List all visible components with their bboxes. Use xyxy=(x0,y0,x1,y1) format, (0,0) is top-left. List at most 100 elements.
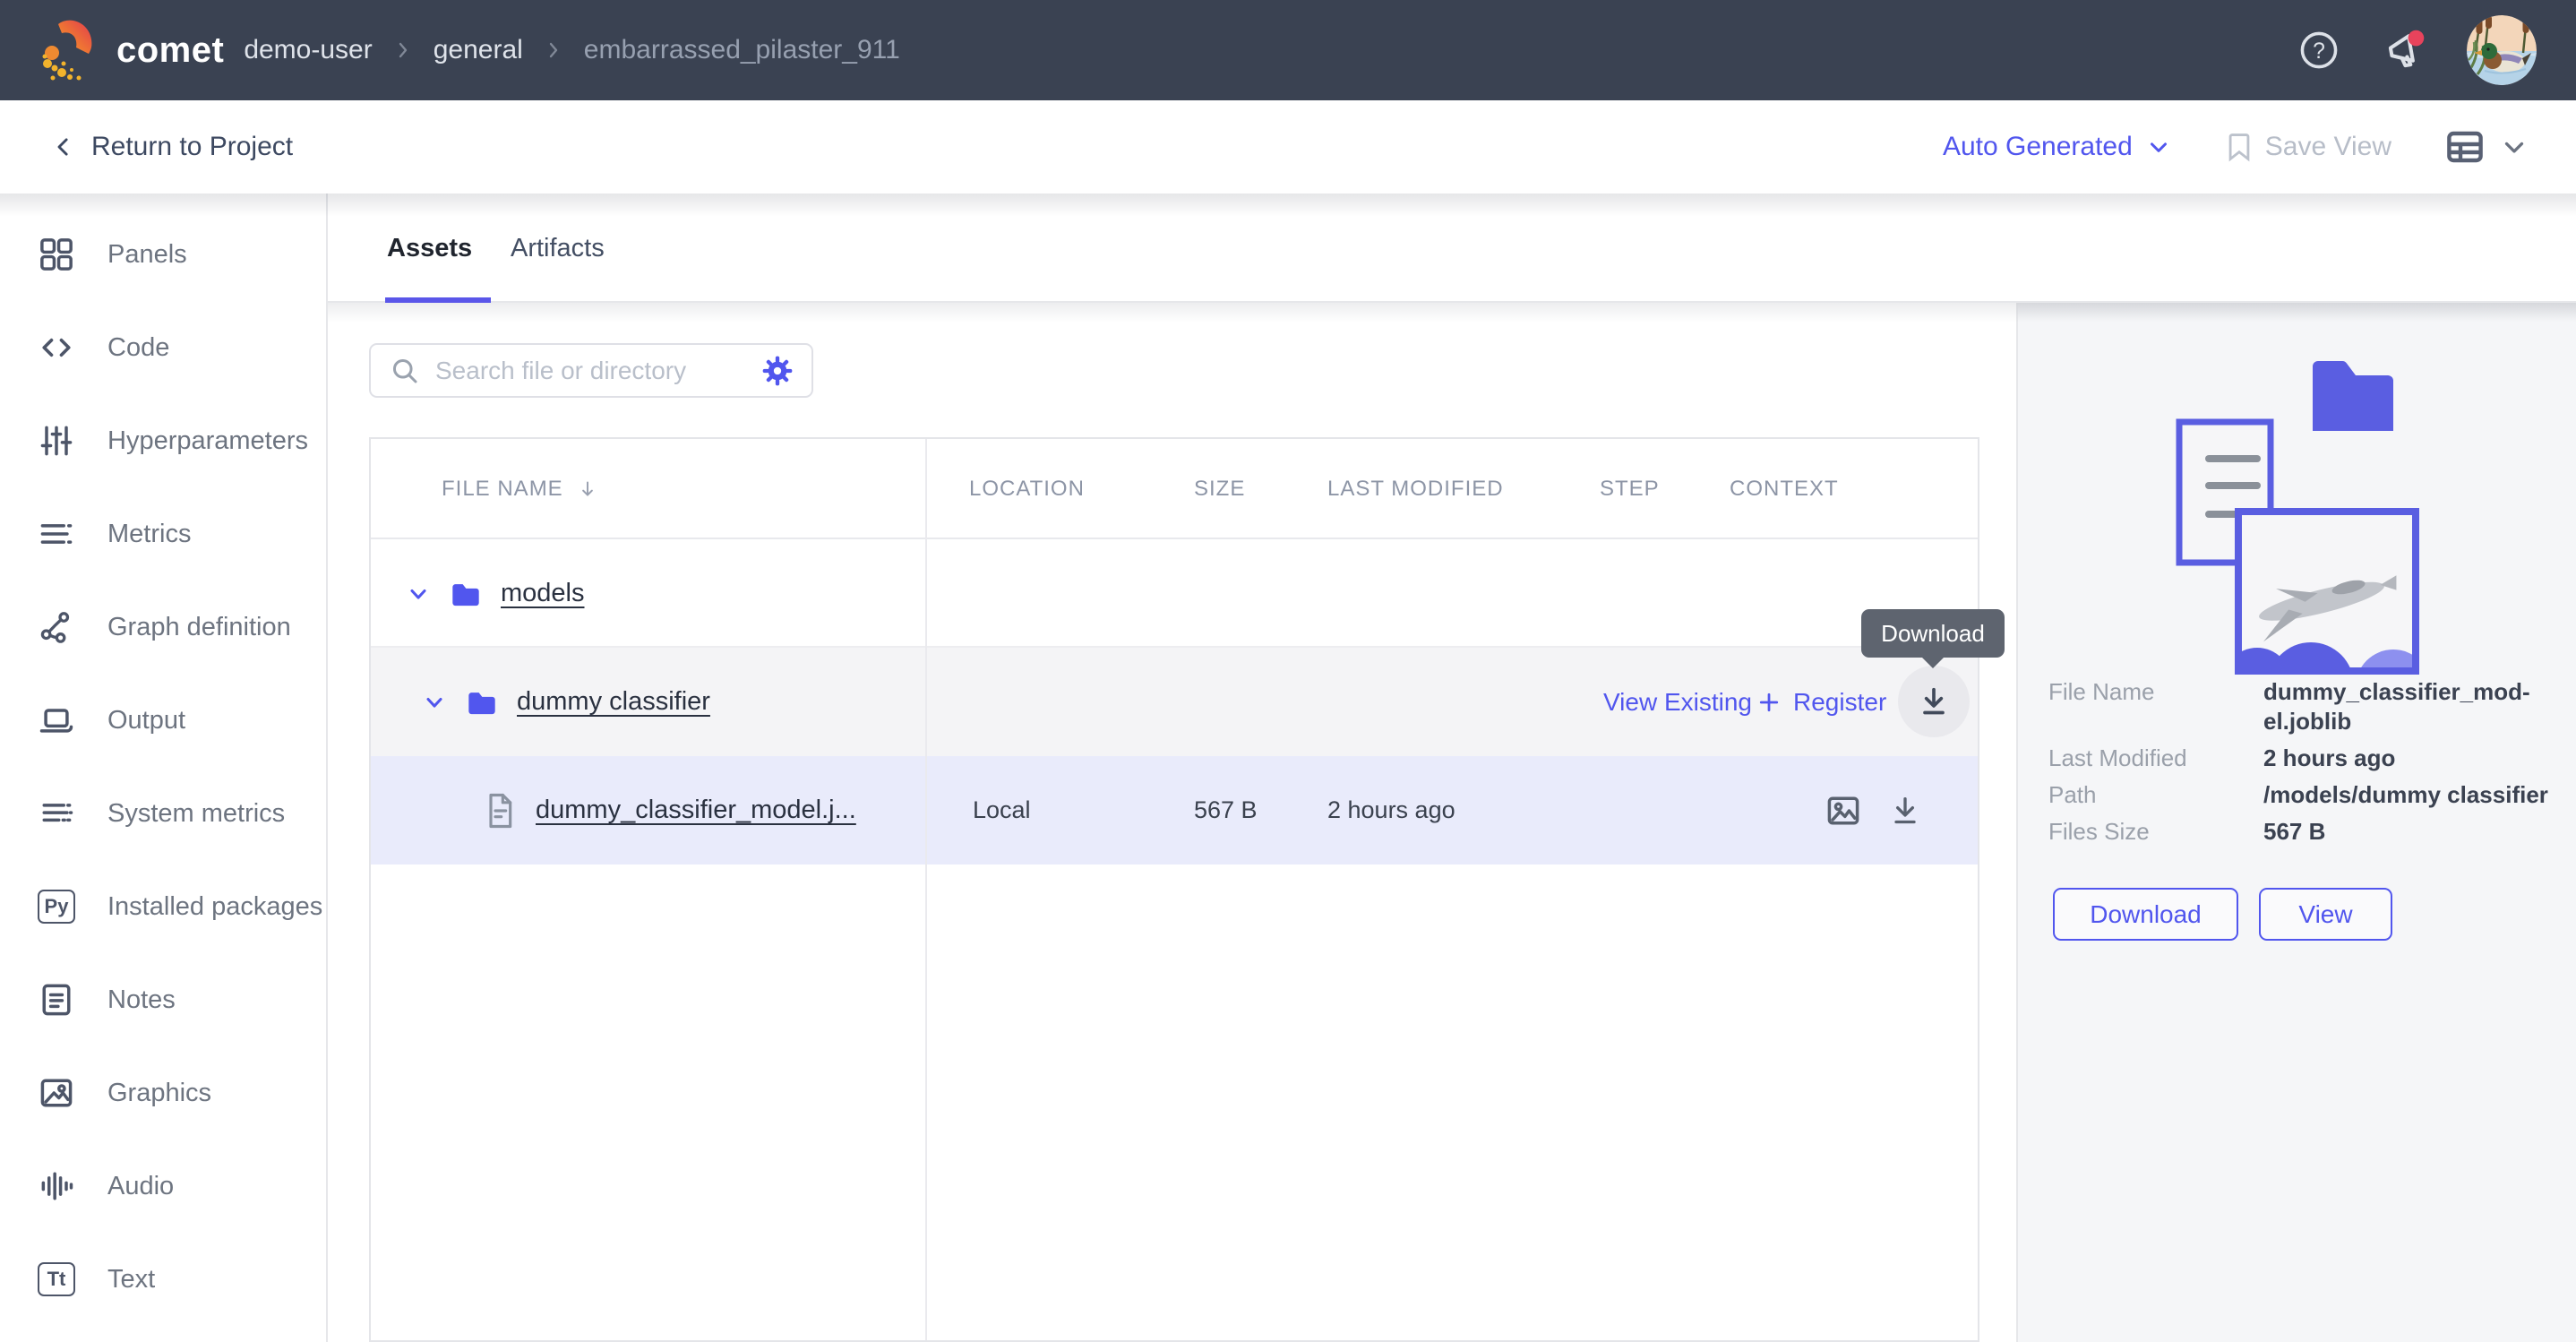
folder-name-link[interactable]: dummy classifier xyxy=(517,687,710,717)
assets-tabstrip: Assets Artifacts xyxy=(328,194,2576,303)
sidebar-item-label: Graphics xyxy=(107,1079,211,1108)
view-selector-dropdown[interactable]: Auto Generated xyxy=(1943,132,2172,162)
download-file-icon[interactable] xyxy=(1887,756,1923,865)
sidebar-item-graphics[interactable]: Graphics xyxy=(0,1046,326,1140)
sidebar-item-notes[interactable]: Notes xyxy=(0,953,326,1046)
sidebar-item-metrics[interactable]: Metrics xyxy=(0,487,326,581)
audio-icon xyxy=(36,1166,77,1207)
tab-assets[interactable]: Assets xyxy=(387,194,472,303)
assets-illustration xyxy=(2168,352,2429,684)
metrics-icon xyxy=(36,513,77,555)
help-icon[interactable]: ? xyxy=(2298,30,2340,71)
comet-logo-icon xyxy=(39,16,102,84)
tab-artifacts[interactable]: Artifacts xyxy=(511,194,605,303)
sidebar-item-audio[interactable]: Audio xyxy=(0,1140,326,1233)
file-details-fields: File Name dummy_classifier_mod- el.jobli… xyxy=(2048,677,2563,854)
notes-icon xyxy=(36,979,77,1020)
comet-logo-text: comet xyxy=(116,30,224,71)
svg-text:?: ? xyxy=(2313,39,2325,64)
file-size: 567 B xyxy=(1194,756,1258,865)
file-details-panel: File Name dummy_classifier_mod- el.jobli… xyxy=(2016,303,2576,1342)
system-metrics-icon xyxy=(36,793,77,834)
register-model-link[interactable]: Register xyxy=(1756,648,1886,756)
sidebar-item-label: Audio xyxy=(107,1172,174,1201)
graphics-icon xyxy=(36,1072,77,1114)
download-folder-button[interactable] xyxy=(1898,666,1970,737)
announcements-icon[interactable] xyxy=(2381,28,2426,73)
save-view-label: Save View xyxy=(2265,132,2391,162)
page: comet demo-user general embarrassed_pila… xyxy=(0,0,2576,1342)
column-header-last-modified[interactable]: LAST MODIFIED xyxy=(1327,439,1504,539)
table-row-file[interactable]: dummy_classifier_model.j... Local 567 B … xyxy=(371,756,1978,865)
sidebar-item-output[interactable]: Output xyxy=(0,674,326,767)
sidebar-item-panels[interactable]: Panels xyxy=(0,208,326,301)
sidebar-item-label: Output xyxy=(107,706,185,736)
chevron-right-icon xyxy=(392,39,414,61)
tabstrip-border xyxy=(328,301,2576,303)
view-button[interactable]: View xyxy=(2259,888,2392,941)
text-icon: Tt xyxy=(36,1259,77,1300)
column-header-file-name[interactable]: FILE NAME xyxy=(442,439,599,539)
sidebar-item-graph-definition[interactable]: Graph definition xyxy=(0,581,326,674)
chevron-down-icon[interactable] xyxy=(422,690,447,715)
search-settings-gear-icon[interactable] xyxy=(760,353,795,389)
sidebar-item-label: Hyperparameters xyxy=(107,426,308,456)
sidebar-item-text[interactable]: Tt Text xyxy=(0,1233,326,1326)
plus-icon xyxy=(1756,689,1782,716)
active-tab-underline xyxy=(385,297,491,303)
view-existing-link[interactable]: View Existing xyxy=(1603,648,1752,756)
breadcrumb-project[interactable]: general xyxy=(434,35,523,65)
back-chevron-icon xyxy=(50,133,77,160)
field-last-modified: Last Modified 2 hours ago xyxy=(2048,744,2563,773)
column-header-step[interactable]: STEP xyxy=(1600,439,1660,539)
view-selector-label: Auto Generated xyxy=(1943,132,2133,162)
layout-picker[interactable] xyxy=(2443,125,2529,168)
sidebar-item-system-metrics[interactable]: System metrics xyxy=(0,767,326,860)
download-button[interactable]: Download xyxy=(2053,888,2238,941)
breadcrumb-experiment: embarrassed_pilaster_911 xyxy=(584,35,900,65)
sidebar-item-label: Panels xyxy=(107,240,187,270)
column-header-context[interactable]: CONTEXT xyxy=(1730,439,1839,539)
bookmark-icon xyxy=(2224,130,2254,164)
return-to-project-button[interactable]: Return to Project xyxy=(50,100,293,194)
sidebar-item-label: Graph definition xyxy=(107,613,291,642)
table-layout-icon xyxy=(2443,125,2486,168)
preview-image-icon[interactable] xyxy=(1824,756,1863,865)
user-avatar[interactable] xyxy=(2467,15,2537,85)
field-path: Path /models/dummy classifier xyxy=(2048,780,2563,810)
download-tooltip: Download xyxy=(1861,609,2005,658)
sidebar-item-label: Text xyxy=(107,1265,155,1295)
table-row-models[interactable]: models xyxy=(371,539,1978,648)
assets-table: FILE NAME LOCATION SIZE LAST MODIFIED ST… xyxy=(369,437,1979,1342)
table-row-dummy-classifier[interactable]: dummy classifier View Existing Register xyxy=(371,648,1978,756)
hyperparameters-icon xyxy=(36,420,77,461)
folder-icon xyxy=(465,687,499,718)
sidebar-item-label: Installed packages xyxy=(107,892,322,922)
sidebar-item-code[interactable]: Code xyxy=(0,301,326,394)
file-icon xyxy=(482,791,518,830)
comet-logo[interactable]: comet xyxy=(39,16,224,84)
column-header-location[interactable]: LOCATION xyxy=(969,439,1085,539)
sidebar-item-label: Metrics xyxy=(107,520,191,549)
python-packages-icon: Py xyxy=(36,886,77,927)
folder-name-link[interactable]: models xyxy=(501,579,585,608)
chevron-right-icon xyxy=(543,39,564,61)
file-location: Local xyxy=(973,756,1031,865)
sidebar-item-hyperparameters[interactable]: Hyperparameters xyxy=(0,394,326,487)
experiment-sidebar: Panels Code Hyperparameters xyxy=(0,194,328,1342)
sidebar-item-installed-packages[interactable]: Py Installed packages xyxy=(0,860,326,953)
tab-artifacts-label: Artifacts xyxy=(511,234,605,263)
breadcrumb: demo-user general embarrassed_pilaster_9… xyxy=(244,35,899,65)
file-name-link[interactable]: dummy_classifier_model.j... xyxy=(536,796,856,825)
code-icon xyxy=(36,327,77,368)
column-header-size[interactable]: SIZE xyxy=(1194,439,1245,539)
field-files-size: Files Size 567 B xyxy=(2048,817,2563,847)
breadcrumb-workspace[interactable]: demo-user xyxy=(244,35,372,65)
file-name-column-divider xyxy=(925,439,927,1340)
graph-definition-icon xyxy=(36,606,77,648)
field-file-name: File Name dummy_classifier_mod- el.jobli… xyxy=(2048,677,2563,736)
save-view-button[interactable]: Save View xyxy=(2224,130,2391,164)
chevron-down-icon xyxy=(2499,132,2529,162)
search-input[interactable] xyxy=(435,357,745,385)
chevron-down-icon[interactable] xyxy=(406,581,431,606)
